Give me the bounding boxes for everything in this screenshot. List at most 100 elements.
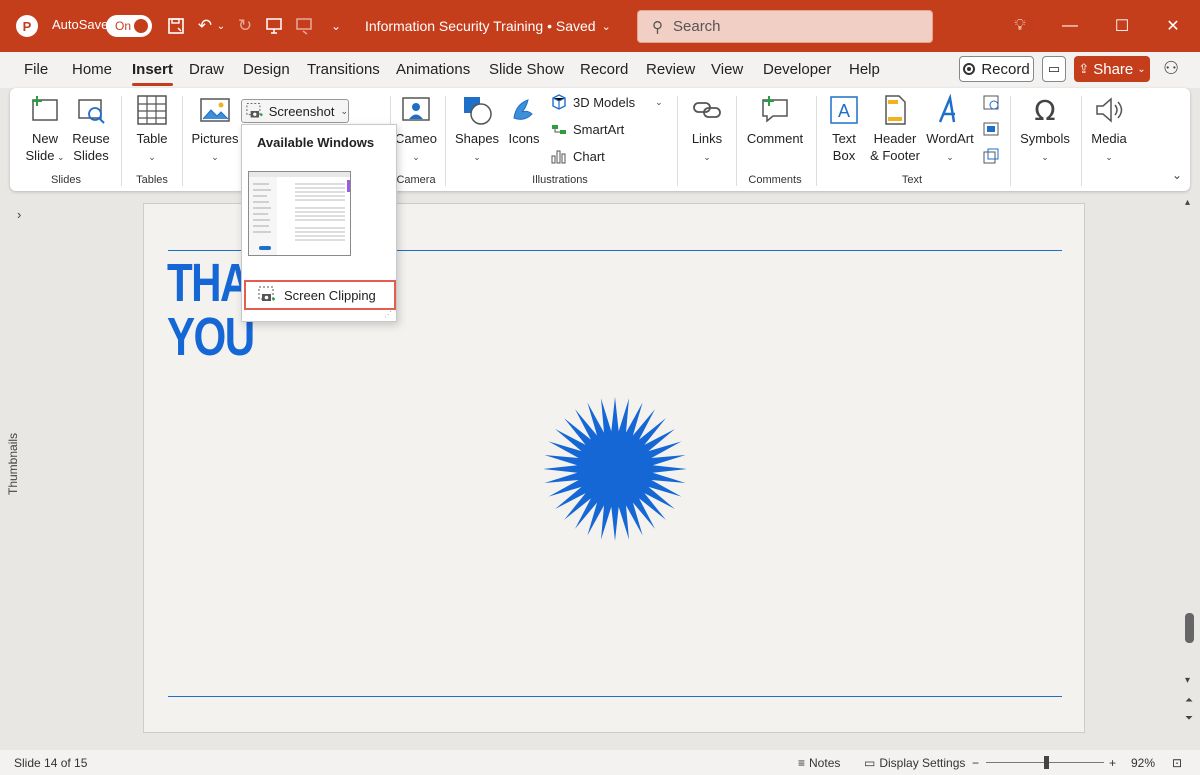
starburst-shape[interactable] — [544, 394, 686, 544]
pictures-button[interactable]: Pictures ⌄ — [190, 94, 240, 166]
cameo-icon — [402, 97, 430, 121]
previous-slide-icon[interactable]: ⏶ — [1185, 695, 1193, 706]
header-footer-label: Header — [873, 131, 917, 146]
comment-button[interactable]: Comment — [744, 94, 806, 147]
available-window-thumbnail[interactable] — [248, 171, 351, 256]
text-box-button[interactable]: A Text Box — [824, 94, 864, 164]
group-label-comments: Comments — [748, 174, 802, 186]
slide-counter: Slide 14 of 15 — [14, 756, 88, 770]
divider — [445, 96, 446, 186]
coauthor-icon[interactable]: ⚇ — [1163, 58, 1179, 79]
tab-draw[interactable]: Draw — [189, 61, 224, 78]
object-button[interactable] — [982, 147, 1000, 165]
save-icon[interactable] — [164, 13, 188, 39]
icons-button[interactable]: Icons — [504, 94, 544, 147]
record-icon — [963, 63, 976, 75]
tab-home[interactable]: Home — [72, 61, 112, 78]
ribbon-display-options-icon[interactable]: ⌄ — [1172, 168, 1182, 182]
smartart-button[interactable]: SmartArt — [551, 121, 624, 137]
text-box-label: Text — [832, 131, 856, 146]
tab-design[interactable]: Design — [243, 61, 290, 78]
tab-file[interactable]: File — [24, 61, 48, 78]
maximize-button[interactable]: ☐ — [1107, 14, 1137, 38]
zoom-in-button[interactable]: + — [1109, 756, 1116, 770]
notes-label: Notes — [809, 756, 841, 770]
search-box[interactable]: ⚲ Search — [637, 10, 933, 43]
text-box-label-2: Box — [832, 148, 856, 163]
bottom-divider-line — [168, 696, 1062, 697]
new-slide-icon — [32, 96, 58, 121]
tab-insert[interactable]: Insert — [132, 61, 173, 86]
document-title[interactable]: Information Security Training • Saved ⌄ — [365, 18, 611, 34]
group-label-camera: Camera — [396, 174, 436, 186]
comments-icon[interactable]: ▭ — [1042, 56, 1066, 82]
tab-transitions[interactable]: Transitions — [307, 61, 380, 78]
ribbon: New Slide ⌄ Reuse Slides Slides Table ⌄ T… — [10, 88, 1190, 191]
screenshot-button[interactable]: Screenshot ⌄ — [241, 99, 349, 123]
chart-label: Chart — [573, 148, 605, 164]
table-button[interactable]: Table ⌄ — [130, 94, 174, 166]
divider — [182, 96, 183, 186]
tab-slide-show[interactable]: Slide Show — [489, 61, 564, 78]
screen-clipping-button[interactable]: Screen Clipping — [244, 280, 396, 310]
chart-button[interactable]: Chart — [551, 148, 605, 164]
resize-grip-icon[interactable]: ⋰ — [384, 310, 392, 319]
tab-help[interactable]: Help — [849, 61, 880, 78]
cameo-button[interactable]: Cameo ⌄ — [394, 94, 438, 166]
reuse-slides-button[interactable]: Reuse Slides — [70, 94, 112, 164]
customize-qat-icon[interactable]: ⌄ — [324, 13, 348, 39]
slide-number-button[interactable] — [982, 120, 1000, 138]
wordart-label: WordArt — [926, 131, 974, 146]
header-footer-label-2: & Footer — [870, 148, 920, 163]
fit-to-window-icon[interactable]: ⊡ — [1172, 756, 1182, 770]
group-label-tables: Tables — [136, 174, 168, 186]
vertical-scrollbar[interactable]: ▴ ▾ ⏶ ⏷ — [1180, 195, 1200, 750]
tab-review[interactable]: Review — [646, 61, 695, 78]
lightbulb-icon[interactable]: 💡︎ — [1005, 14, 1035, 38]
symbols-button[interactable]: Ω Symbols ⌄ — [1016, 94, 1074, 166]
3d-models-icon — [552, 94, 566, 110]
date-time-button[interactable] — [982, 93, 1000, 111]
from-beginning-icon[interactable] — [262, 13, 286, 39]
3d-models-button[interactable]: 3D Models ⌄ — [551, 94, 663, 110]
display-settings-button[interactable]: ▭ Display Settings — [864, 756, 965, 770]
pictures-icon — [200, 98, 230, 122]
expand-thumbnails-icon[interactable]: › — [17, 207, 21, 222]
links-button[interactable]: Links ⌄ — [686, 94, 728, 166]
zoom-out-button[interactable]: − — [972, 756, 979, 770]
scrollbar-thumb[interactable] — [1185, 613, 1194, 643]
media-button[interactable]: Media ⌄ — [1088, 94, 1130, 166]
thumbnails-label[interactable]: Thumbnails — [6, 433, 20, 495]
new-slide-button[interactable]: New Slide ⌄ — [22, 94, 68, 166]
record-button[interactable]: Record — [959, 56, 1034, 82]
tab-record[interactable]: Record — [580, 61, 628, 78]
media-label: Media — [1091, 131, 1127, 146]
divider — [677, 96, 678, 186]
tab-view[interactable]: View — [711, 61, 743, 78]
share-button[interactable]: ⇪ Share ⌄ — [1074, 56, 1150, 82]
comment-icon — [762, 96, 788, 123]
zoom-slider-thumb[interactable] — [1044, 756, 1049, 769]
thumbnails-pane: › Thumbnails — [0, 195, 44, 750]
tab-animations[interactable]: Animations — [396, 61, 470, 78]
notes-button[interactable]: ≡ Notes — [798, 756, 840, 770]
share-label: Share — [1093, 60, 1134, 78]
wordart-button[interactable]: WordArt ⌄ — [924, 94, 976, 166]
tab-developer[interactable]: Developer — [763, 61, 831, 78]
undo-dropdown-icon[interactable]: ⌄ — [214, 13, 228, 39]
header-footer-button[interactable]: Header & Footer — [868, 94, 922, 164]
table-icon — [137, 95, 167, 125]
omega-icon: Ω — [1034, 94, 1055, 126]
scroll-down-icon[interactable]: ▾ — [1185, 675, 1190, 686]
minimize-button[interactable]: — — [1055, 14, 1085, 38]
smartart-icon — [552, 125, 566, 134]
close-button[interactable]: ✕ — [1158, 14, 1188, 38]
shapes-icon — [464, 97, 492, 125]
autosave-toggle[interactable]: On — [106, 15, 152, 37]
shapes-button[interactable]: Shapes ⌄ — [454, 94, 500, 166]
screenshot-dropdown: Available Windows Screen Clipping ⋰ — [241, 124, 397, 322]
next-slide-icon[interactable]: ⏷ — [1185, 713, 1193, 724]
zoom-level[interactable]: 92% — [1131, 756, 1155, 770]
scroll-up-icon[interactable]: ▴ — [1185, 197, 1190, 208]
notes-icon: ≡ — [798, 756, 806, 770]
